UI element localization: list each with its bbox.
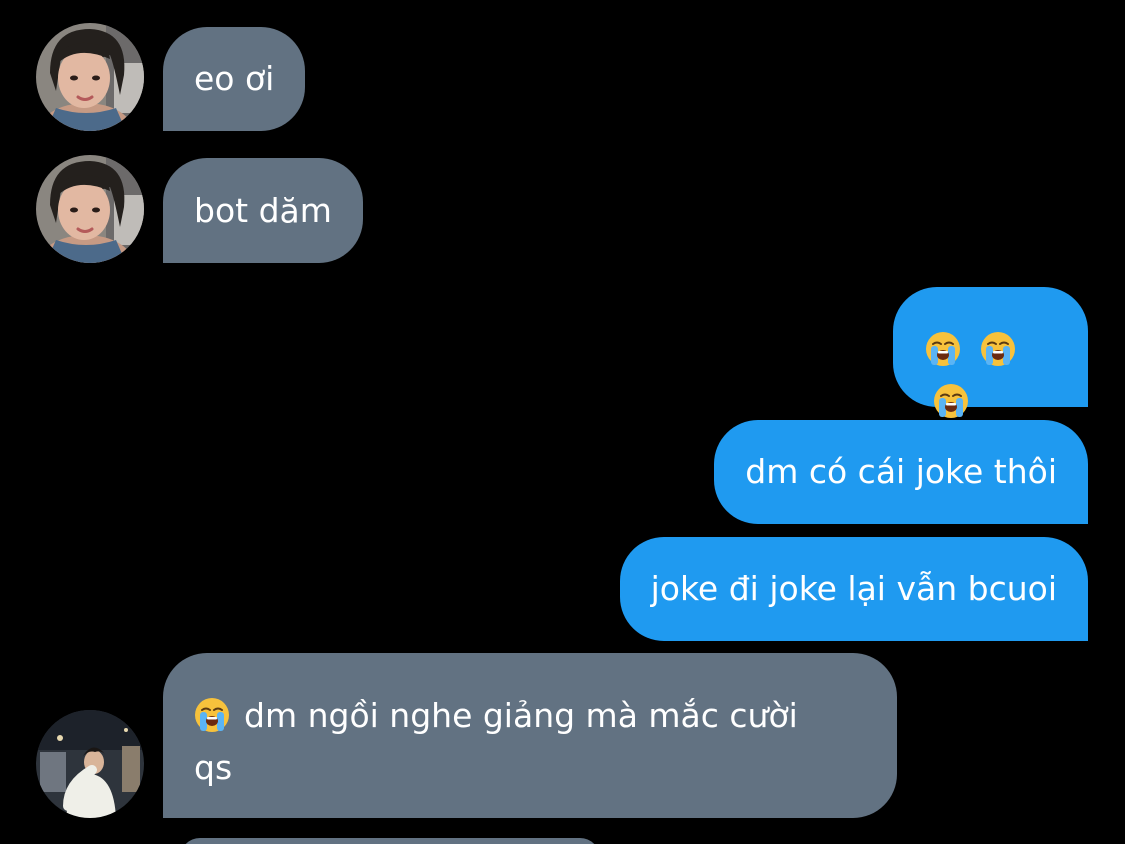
- loudly-crying-face-icon: [980, 331, 1016, 367]
- loudly-crying-face-icon: [933, 383, 969, 419]
- message-bubble-incoming[interactable]: eo ơi: [163, 27, 306, 131]
- message-text: bot dăm: [194, 191, 332, 230]
- avatar-image: [36, 23, 144, 131]
- avatar[interactable]: [36, 23, 144, 131]
- message-bubble-outgoing[interactable]: dm có cái joke thôi: [714, 420, 1088, 524]
- avatar[interactable]: [36, 710, 144, 818]
- message-text: qs: [194, 748, 233, 787]
- message-line: dm ngồi nghe giảng mà mắc cười: [194, 690, 866, 742]
- chat-thread: eo ơi bot dăm dm có cái joke thôi joke đ…: [0, 0, 1125, 844]
- avatar-image: [36, 710, 144, 818]
- message-bubble-incoming-partial[interactable]: [180, 838, 600, 844]
- message-text: dm có cái joke thôi: [745, 452, 1057, 491]
- message-bubble-outgoing[interactable]: joke đi joke lại vẫn bcuoi: [619, 537, 1088, 641]
- message-text: joke đi joke lại vẫn bcuoi: [650, 569, 1057, 608]
- message-text: dm ngồi nghe giảng mà mắc cười: [244, 696, 798, 735]
- avatar-image: [36, 155, 144, 263]
- message-text: eo ơi: [194, 59, 275, 98]
- avatar[interactable]: [36, 155, 144, 263]
- message-line: qs: [194, 742, 866, 794]
- message-bubble-incoming[interactable]: bot dăm: [163, 158, 363, 263]
- loudly-crying-face-icon: [925, 331, 961, 367]
- loudly-crying-face-icon: [194, 697, 230, 733]
- message-bubble-outgoing[interactable]: [893, 287, 1088, 407]
- message-bubble-incoming[interactable]: dm ngồi nghe giảng mà mắc cười qs: [163, 653, 897, 818]
